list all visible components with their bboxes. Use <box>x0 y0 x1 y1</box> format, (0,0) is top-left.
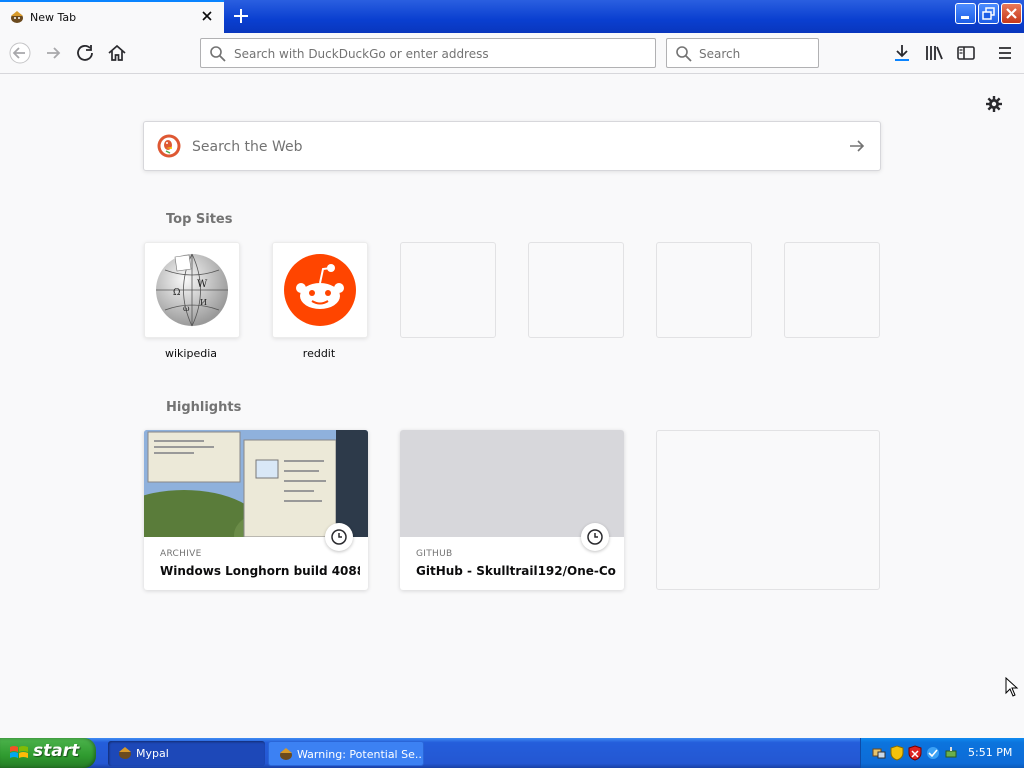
security-shield-icon[interactable] <box>889 745 905 761</box>
minimize-button[interactable] <box>955 3 976 24</box>
svg-text:Ω: Ω <box>173 288 180 298</box>
search-input[interactable] <box>697 39 817 69</box>
antivirus-icon[interactable] <box>907 745 923 761</box>
top-site-empty <box>528 242 624 338</box>
web-search-box[interactable] <box>143 121 881 172</box>
address-bar[interactable] <box>200 38 656 69</box>
taskbar-item-mypal[interactable]: Mypal <box>108 741 265 766</box>
taskbar: start Mypal Warning: Potential Se... 5:5… <box>0 738 1024 768</box>
reload-icon[interactable] <box>74 42 96 64</box>
clock-icon <box>331 529 347 545</box>
tab-strip: New Tab <box>0 0 1024 33</box>
highlight-title: GitHub - Skulltrail192/One-Core-... <box>416 564 616 578</box>
clock[interactable]: 5:51 PM <box>968 746 1012 759</box>
search-icon <box>676 46 692 62</box>
svg-text:W: W <box>197 279 208 290</box>
close-icon <box>1006 8 1017 19</box>
safely-remove-icon[interactable] <box>943 745 959 761</box>
top-site-reddit[interactable] <box>272 242 368 338</box>
close-window-button[interactable] <box>1001 3 1022 24</box>
search-icon <box>210 46 226 62</box>
search-bar[interactable] <box>666 38 819 69</box>
reddit-logo-icon <box>284 254 356 326</box>
history-badge <box>325 523 353 551</box>
wikipedia-logo-icon: Ω W И ω <box>156 253 228 327</box>
download-icon[interactable] <box>891 42 913 64</box>
home-icon[interactable] <box>106 42 128 64</box>
menu-icon[interactable] <box>994 42 1016 64</box>
library-icon[interactable] <box>923 42 945 64</box>
mypal-icon <box>280 748 292 760</box>
top-site-label[interactable]: wikipedia <box>143 347 239 360</box>
highlights-heading: Highlights <box>166 400 242 415</box>
taskbar-item-label: Warning: Potential Se... <box>297 748 424 761</box>
arrow-right-icon[interactable] <box>847 136 867 156</box>
new-tab-icon[interactable] <box>230 5 252 27</box>
highlight-thumbnail <box>144 430 368 537</box>
mypal-icon <box>119 747 131 759</box>
duckduckgo-logo-icon <box>157 134 181 158</box>
highlight-thumbnail <box>400 430 624 537</box>
top-site-empty <box>656 242 752 338</box>
address-input[interactable] <box>232 39 651 69</box>
top-site-empty <box>784 242 880 338</box>
tab-new-tab[interactable]: New Tab <box>0 0 224 33</box>
top-site-empty <box>400 242 496 338</box>
start-button[interactable]: start <box>0 738 96 768</box>
history-badge <box>581 523 609 551</box>
sidebar-icon[interactable] <box>955 42 977 64</box>
highlight-source: GITHUB <box>416 549 453 559</box>
forward-icon[interactable] <box>42 42 64 64</box>
cursor-icon <box>1005 677 1019 697</box>
windows-logo-icon <box>10 746 28 758</box>
restore-button[interactable] <box>978 3 999 24</box>
top-site-label[interactable]: reddit <box>271 347 367 360</box>
top-site-wikipedia[interactable]: Ω W И ω <box>144 242 240 338</box>
clock-icon <box>587 529 603 545</box>
taskbar-item-label: Mypal <box>136 747 169 760</box>
restore-icon <box>982 7 995 20</box>
svg-text:И: И <box>200 298 207 307</box>
tab-title: New Tab <box>30 11 77 24</box>
highlight-title: Windows Longhorn build 4088 : ... <box>160 564 360 578</box>
updates-icon[interactable] <box>925 745 941 761</box>
minimize-icon <box>961 16 969 19</box>
gear-icon[interactable] <box>985 95 1003 113</box>
web-search-input[interactable] <box>190 122 834 172</box>
taskbar-item-warning[interactable]: Warning: Potential Se... <box>268 741 424 766</box>
top-sites-heading: Top Sites <box>166 212 233 227</box>
system-tray: 5:51 PM <box>860 738 1024 768</box>
close-tab-icon[interactable] <box>199 8 215 24</box>
start-label: start <box>33 741 80 761</box>
svg-text:ω: ω <box>183 304 190 313</box>
navigation-toolbar <box>0 33 1024 74</box>
highlight-card[interactable]: GITHUB GitHub - Skulltrail192/One-Core-.… <box>400 430 624 590</box>
back-icon[interactable] <box>9 42 31 64</box>
network-icon[interactable] <box>871 745 887 761</box>
highlight-empty <box>656 430 880 590</box>
mypal-icon <box>11 11 23 23</box>
highlight-card[interactable]: ARCHIVE Windows Longhorn build 4088 : ..… <box>144 430 368 590</box>
highlight-source: ARCHIVE <box>160 549 202 559</box>
